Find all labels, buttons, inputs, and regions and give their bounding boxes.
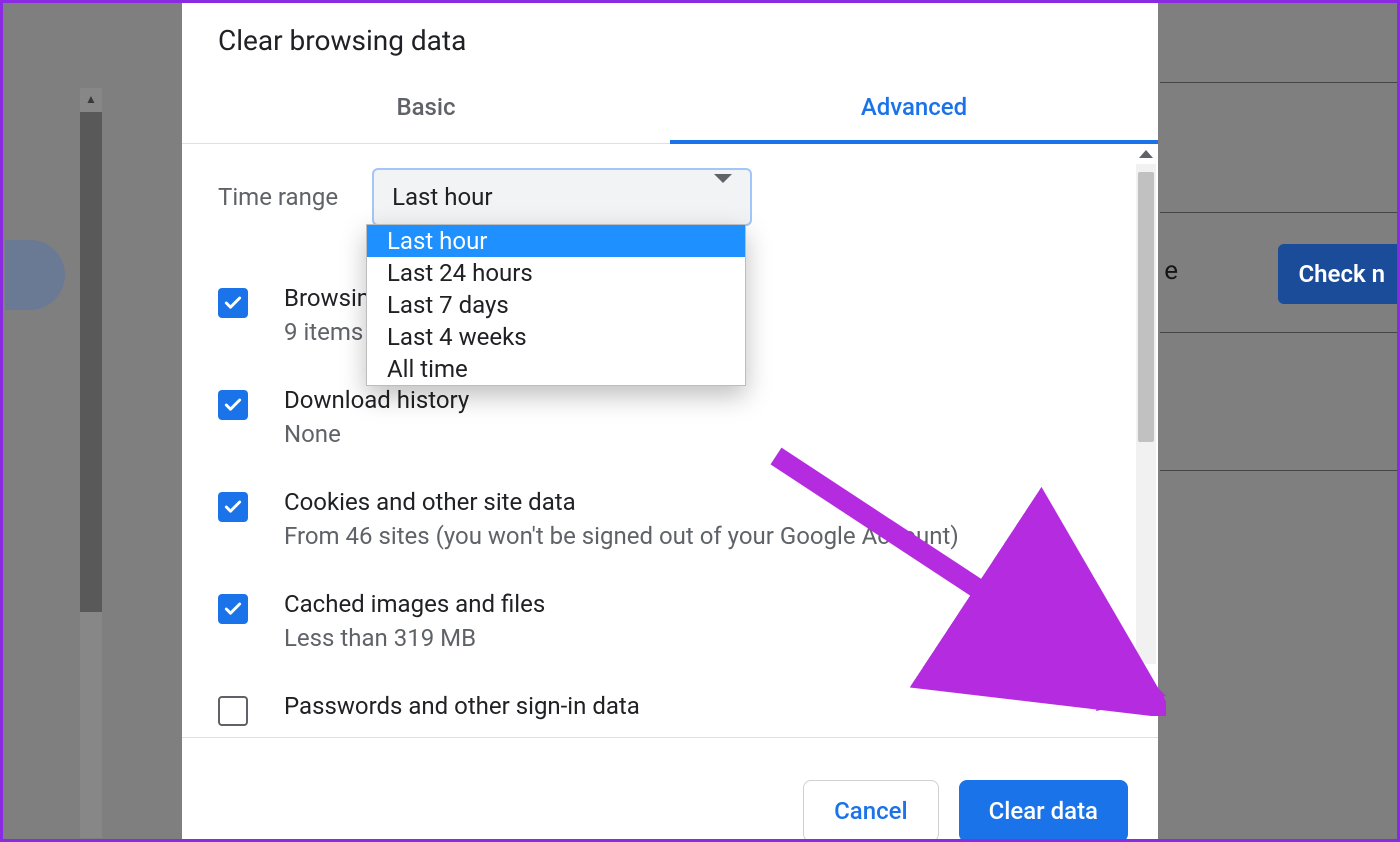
tabs-bar: Basic Advanced	[182, 93, 1158, 144]
scroll-thumb[interactable]	[1138, 172, 1154, 442]
item-subtitle: From 46 sites (you won't be signed out o…	[284, 522, 959, 550]
time-range-row: Time range Last hour	[218, 168, 1122, 226]
time-range-select[interactable]: Last hour	[372, 168, 752, 226]
checkbox-cached-images[interactable]	[218, 594, 248, 624]
check-icon	[223, 497, 243, 517]
checkbox-download-history[interactable]	[218, 390, 248, 420]
dropdown-option-all-time[interactable]: All time	[367, 353, 745, 385]
data-type-row: Passwords and other sign-in data	[218, 692, 1122, 726]
item-title: Download history	[284, 386, 469, 414]
scroll-up-icon[interactable]	[1134, 144, 1158, 164]
scroll-track[interactable]	[1136, 164, 1156, 664]
dialog-scrollbar[interactable]	[1134, 144, 1158, 664]
item-subtitle: None	[284, 420, 469, 448]
data-type-row: Cached images and files Less than 319 MB	[218, 590, 1122, 652]
data-type-row: Cookies and other site data From 46 site…	[218, 488, 1122, 550]
item-title: Passwords and other sign-in data	[284, 692, 640, 720]
cancel-button-label: Cancel	[834, 797, 907, 825]
checkbox-passwords[interactable]	[218, 696, 248, 726]
chevron-down-icon	[714, 183, 732, 211]
dialog-scroll-body: Time range Last hour Browsing history 9 …	[182, 144, 1158, 738]
tab-advanced[interactable]: Advanced	[670, 93, 1158, 143]
dialog-footer: Cancel Clear data	[182, 738, 1158, 842]
page-scrollbar-up-icon[interactable]: ▲	[80, 88, 102, 110]
dropdown-option-last-7-days[interactable]: Last 7 days	[367, 289, 745, 321]
dropdown-option-last-hour[interactable]: Last hour	[367, 225, 745, 257]
bg-check-now-button: Check n	[1278, 244, 1400, 304]
clear-data-button[interactable]: Clear data	[959, 780, 1128, 842]
checkbox-cookies[interactable]	[218, 492, 248, 522]
item-subtitle: Less than 319 MB	[284, 624, 545, 652]
check-icon	[223, 395, 243, 415]
check-icon	[223, 293, 243, 313]
time-range-dropdown: Last hour Last 24 hours Last 7 days Last…	[366, 224, 746, 386]
data-type-row: Download history None	[218, 386, 1122, 448]
page-scrollbar-thumb[interactable]	[80, 112, 102, 612]
tab-basic[interactable]: Basic	[182, 93, 670, 143]
dialog-title: Clear browsing data	[182, 0, 1158, 57]
clear-browsing-data-dialog: Clear browsing data Basic Advanced Time …	[182, 0, 1158, 842]
dropdown-option-last-24-hours[interactable]: Last 24 hours	[367, 257, 745, 289]
time-range-selected-value: Last hour	[392, 183, 492, 211]
time-range-label: Time range	[218, 183, 338, 211]
item-title: Cached images and files	[284, 590, 545, 618]
scroll-down-icon[interactable]	[1134, 642, 1158, 662]
checkbox-browsing-history[interactable]	[218, 288, 248, 318]
bg-truncated-text: e	[1164, 256, 1178, 286]
check-icon	[223, 599, 243, 619]
dropdown-option-last-4-weeks[interactable]: Last 4 weeks	[367, 321, 745, 353]
item-title: Cookies and other site data	[284, 488, 959, 516]
tab-advanced-label: Advanced	[861, 93, 967, 121]
clear-data-button-label: Clear data	[989, 797, 1098, 825]
tab-basic-label: Basic	[396, 93, 455, 121]
cancel-button[interactable]: Cancel	[803, 780, 938, 842]
